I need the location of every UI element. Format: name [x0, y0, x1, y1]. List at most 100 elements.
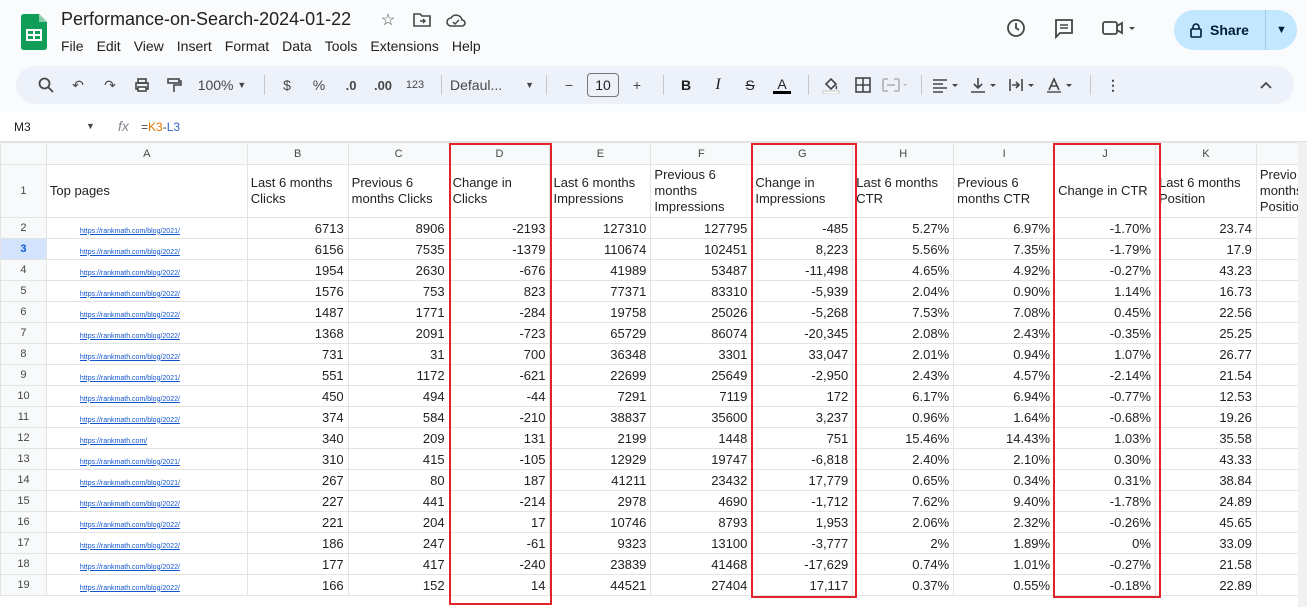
header-cell[interactable]: Last 6 months CTR [852, 164, 955, 218]
cell-k[interactable]: 35.58 [1154, 427, 1257, 449]
cell-j[interactable]: -0.77% [1054, 385, 1156, 407]
cell-i[interactable]: 1.64% [953, 406, 1056, 428]
cell-h[interactable]: 2.08% [852, 322, 955, 344]
cell-i[interactable]: 1.01% [953, 553, 1056, 575]
zoom-select[interactable]: 100% ▼ [192, 71, 252, 99]
cell-g[interactable]: 17,779 [751, 469, 854, 491]
cell-j[interactable]: -0.68% [1054, 406, 1156, 428]
cell-h[interactable]: 2.43% [852, 364, 955, 386]
cell-c[interactable]: 417 [347, 553, 450, 575]
header-cell[interactable]: Last 6 months Impressions [549, 164, 652, 218]
cell-e[interactable]: 7291 [549, 385, 652, 407]
cell-b[interactable]: 267 [246, 469, 349, 491]
cell-h[interactable]: 0.74% [852, 553, 955, 575]
cell-h[interactable]: 2% [852, 532, 955, 554]
strikethrough-icon[interactable]: S [736, 71, 764, 99]
cell-c[interactable]: 152 [347, 574, 450, 596]
cell-b[interactable]: 450 [246, 385, 349, 407]
cell-j[interactable]: 1.07% [1054, 343, 1156, 365]
cell-f[interactable]: 19747 [650, 448, 753, 470]
cell-b[interactable]: 1576 [246, 280, 349, 302]
more-options-icon[interactable]: ⋮ [1099, 71, 1127, 99]
cell-h[interactable]: 2.40% [852, 448, 955, 470]
cell-j[interactable]: 1.14% [1054, 280, 1156, 302]
cell-b[interactable]: 177 [246, 553, 349, 575]
cell-d[interactable]: 187 [448, 469, 551, 491]
cell-j[interactable]: -2.14% [1054, 364, 1156, 386]
cell-d[interactable]: 17 [448, 511, 551, 533]
row-number[interactable]: 17 [0, 532, 47, 554]
cell-d[interactable]: -621 [448, 364, 551, 386]
page-url-link[interactable]: https://rankmath.com/blog/2021/ [80, 459, 180, 466]
cell-c[interactable]: 441 [347, 490, 450, 512]
increase-font-size-icon[interactable]: + [623, 71, 651, 99]
cell-i[interactable]: 0.34% [953, 469, 1056, 491]
page-url-link[interactable]: https://rankmath.com/blog/2021/ [80, 480, 180, 487]
currency-format-button[interactable]: $ [273, 71, 301, 99]
cell-e[interactable]: 36348 [549, 343, 652, 365]
page-url-link[interactable]: https://rankmath.com/blog/2021/ [80, 375, 180, 382]
cell-k[interactable]: 16.73 [1154, 280, 1257, 302]
text-color-icon[interactable]: A [768, 71, 796, 99]
cell-i[interactable]: 9.40% [953, 490, 1056, 512]
page-url-cell[interactable]: https://rankmath.com/blog/2022/ [45, 301, 248, 323]
cell-b[interactable]: 227 [246, 490, 349, 512]
cell-c[interactable]: 494 [347, 385, 450, 407]
page-url-link[interactable]: https://rankmath.com/blog/2022/ [80, 333, 180, 340]
cell-g[interactable]: -2,950 [751, 364, 854, 386]
header-cell[interactable]: Previous 6 months Impressions [650, 164, 753, 218]
page-url-cell[interactable]: https://rankmath.com/blog/2022/ [45, 385, 248, 407]
cell-e[interactable]: 2978 [549, 490, 652, 512]
cell-b[interactable]: 340 [246, 427, 349, 449]
decrease-decimal-button[interactable]: .0 [337, 71, 365, 99]
print-icon[interactable] [128, 71, 156, 99]
cell-k[interactable]: 24.89 [1154, 490, 1257, 512]
cell-h[interactable]: 2.01% [852, 343, 955, 365]
cell-f[interactable]: 27404 [650, 574, 753, 596]
move-folder-icon[interactable] [412, 10, 432, 30]
cell-e[interactable]: 19758 [549, 301, 652, 323]
cell-j[interactable]: 0.30% [1054, 448, 1156, 470]
row-number[interactable]: 6 [0, 301, 47, 323]
header-cell[interactable]: Last 6 months Clicks [246, 164, 349, 218]
cell-b[interactable]: 1368 [246, 322, 349, 344]
cell-c[interactable]: 80 [347, 469, 450, 491]
cell-b[interactable]: 310 [246, 448, 349, 470]
merge-cells-icon[interactable] [881, 71, 909, 99]
search-menus-icon[interactable] [32, 71, 60, 99]
meet-icon[interactable] [1101, 17, 1137, 45]
menu-help[interactable]: Help [452, 38, 481, 54]
header-cell[interactable]: Change in CTR [1054, 164, 1156, 218]
cell-d[interactable]: -284 [448, 301, 551, 323]
cell-c[interactable]: 209 [347, 427, 450, 449]
cell-g[interactable]: 8,223 [751, 238, 854, 260]
percent-format-button[interactable]: % [305, 71, 333, 99]
cell-c[interactable]: 753 [347, 280, 450, 302]
cell-e[interactable]: 9323 [549, 532, 652, 554]
cell-b[interactable]: 166 [246, 574, 349, 596]
cell-c[interactable]: 2091 [347, 322, 450, 344]
vertical-scrollbar[interactable] [1298, 142, 1307, 607]
cell-d[interactable]: -2193 [448, 217, 551, 239]
cell-k[interactable]: 17.9 [1154, 238, 1257, 260]
fill-color-icon[interactable] [817, 71, 845, 99]
cell-b[interactable]: 731 [246, 343, 349, 365]
row-number[interactable]: 15 [0, 490, 47, 512]
cell-f[interactable]: 53487 [650, 259, 753, 281]
cell-i[interactable]: 2.10% [953, 448, 1056, 470]
page-url-link[interactable]: https://rankmath.com/blog/2022/ [80, 543, 180, 550]
cell-g[interactable]: 1,953 [751, 511, 854, 533]
cell-k[interactable]: 12.53 [1154, 385, 1257, 407]
column-header-c[interactable]: C [347, 142, 450, 165]
formula-input[interactable]: =K3-L3 [141, 120, 180, 134]
cell-k[interactable]: 26.77 [1154, 343, 1257, 365]
cell-f[interactable]: 13100 [650, 532, 753, 554]
column-header-i[interactable]: I [953, 142, 1056, 165]
cell-e[interactable]: 77371 [549, 280, 652, 302]
cell-f[interactable]: 1448 [650, 427, 753, 449]
column-header-h[interactable]: H [852, 142, 955, 165]
spreadsheet-grid[interactable]: ABCDEFGHIJK 1 Top pages Last 6 months Clic… [0, 142, 1307, 607]
page-url-cell[interactable]: https://rankmath.com/blog/2022/ [45, 280, 248, 302]
cell-b[interactable]: 1954 [246, 259, 349, 281]
cell-f[interactable]: 41468 [650, 553, 753, 575]
